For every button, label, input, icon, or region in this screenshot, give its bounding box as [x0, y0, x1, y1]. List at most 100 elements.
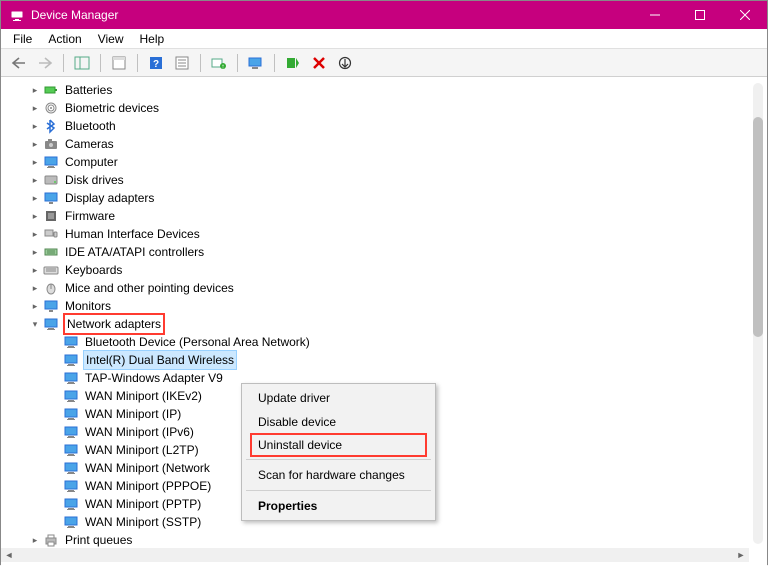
show-hide-tree-button[interactable]	[70, 52, 94, 74]
tree-category[interactable]: ▸ Display adapters	[9, 189, 767, 207]
tree-item-label: WAN Miniport (Network	[83, 459, 212, 477]
chevron-right-icon[interactable]: ▸	[29, 120, 41, 132]
disable-device-button[interactable]	[333, 52, 357, 74]
tree-item-label: WAN Miniport (PPTP)	[83, 495, 203, 513]
network-icon	[63, 370, 79, 386]
tree-category[interactable]: ▸ Disk drives	[9, 171, 767, 189]
menu-help[interactable]: Help	[132, 32, 173, 46]
tree-category[interactable]: ▸Bluetooth	[9, 117, 767, 135]
horizontal-scrollbar[interactable]: ◄ ►	[1, 548, 749, 562]
tree-item-label: Disk drives	[63, 171, 126, 189]
chevron-right-icon[interactable]	[49, 480, 61, 492]
tree-category[interactable]: ▸Batteries	[9, 81, 767, 99]
uninstall-device-button[interactable]	[307, 52, 331, 74]
maximize-button[interactable]	[677, 1, 722, 29]
chevron-right-icon[interactable]: ▸	[29, 174, 41, 186]
action-button[interactable]	[170, 52, 194, 74]
tree-category[interactable]: ▸Print queues	[9, 531, 767, 549]
chevron-right-icon[interactable]: ▸	[29, 192, 41, 204]
tree-item-label: Cameras	[63, 135, 116, 153]
context-scan-hardware[interactable]: Scan for hardware changes	[244, 463, 433, 487]
tree-category[interactable]: ▸Keyboards	[9, 261, 767, 279]
chevron-right-icon[interactable]	[49, 354, 61, 366]
firmware-icon	[43, 208, 59, 224]
tree-category-network-adapters[interactable]: ▾Network adapters	[9, 315, 767, 333]
chevron-right-icon[interactable]: ▸	[29, 156, 41, 168]
chevron-right-icon[interactable]: ▸	[29, 138, 41, 150]
forward-button[interactable]	[33, 52, 57, 74]
minimize-button[interactable]	[632, 1, 677, 29]
network-icon	[63, 424, 79, 440]
disk-icon	[43, 172, 59, 188]
chevron-right-icon[interactable]: ▸	[29, 534, 41, 546]
tree-category[interactable]: ▸IDE ATA/ATAPI controllers	[9, 243, 767, 261]
scan-hardware-button[interactable]	[244, 52, 268, 74]
mouse-icon	[43, 280, 59, 296]
tree-category[interactable]: ▸ Mice and other pointing devices	[9, 279, 767, 297]
svg-text:?: ?	[153, 59, 159, 70]
battery-icon	[43, 82, 59, 98]
chevron-right-icon[interactable]	[49, 516, 61, 528]
properties-button[interactable]	[107, 52, 131, 74]
scrollbar-thumb[interactable]	[753, 117, 763, 337]
chevron-right-icon[interactable]: ▸	[29, 300, 41, 312]
help-button[interactable]: ?	[144, 52, 168, 74]
back-button[interactable]	[7, 52, 31, 74]
chevron-right-icon[interactable]	[49, 462, 61, 474]
chevron-right-icon[interactable]	[49, 408, 61, 420]
context-properties[interactable]: Properties	[244, 494, 433, 518]
display-icon	[43, 190, 59, 206]
network-icon	[63, 334, 79, 350]
network-icon	[63, 478, 79, 494]
tree-category[interactable]: ▸ Cameras	[9, 135, 767, 153]
tree-item-label: Display adapters	[63, 189, 156, 207]
tree-item-label: WAN Miniport (IKEv2)	[83, 387, 204, 405]
chevron-right-icon[interactable]: ▸	[29, 282, 41, 294]
ide-icon	[43, 244, 59, 260]
fingerprint-icon	[43, 100, 59, 116]
context-disable-device[interactable]: Disable device	[244, 410, 433, 434]
context-update-driver[interactable]: Update driver	[244, 386, 433, 410]
tree-item-label: WAN Miniport (SSTP)	[83, 513, 203, 531]
chevron-right-icon[interactable]: ▸	[29, 102, 41, 114]
network-icon	[63, 460, 79, 476]
tree-item-label: Mice and other pointing devices	[63, 279, 236, 297]
network-icon	[63, 388, 79, 404]
chevron-right-icon[interactable]: ▸	[29, 228, 41, 240]
chevron-right-icon[interactable]	[49, 426, 61, 438]
menu-file[interactable]: File	[5, 32, 40, 46]
tree-category[interactable]: ▸Computer	[9, 153, 767, 171]
close-button[interactable]	[722, 1, 767, 29]
camera-icon	[43, 136, 59, 152]
tree-category[interactable]: ▸Biometric devices	[9, 99, 767, 117]
chevron-right-icon[interactable]	[49, 372, 61, 384]
tree-item-label: Human Interface Devices	[63, 225, 202, 243]
tree-item-adapter[interactable]: Bluetooth Device (Personal Area Network)	[9, 333, 767, 351]
context-uninstall-device[interactable]: Uninstall device	[250, 433, 427, 457]
computer-icon	[43, 154, 59, 170]
chevron-right-icon[interactable]	[49, 498, 61, 510]
enable-device-button[interactable]	[281, 52, 305, 74]
tree-item-label: WAN Miniport (L2TP)	[83, 441, 201, 459]
tree-item-adapter[interactable]: Intel(R) Dual Band Wireless	[9, 351, 767, 369]
menu-action[interactable]: Action	[40, 32, 89, 46]
scroll-right-icon[interactable]: ►	[733, 548, 749, 562]
chevron-right-icon[interactable]: ▸	[29, 84, 41, 96]
tree-item-label: WAN Miniport (IP)	[83, 405, 183, 423]
tree-item-label: Firmware	[63, 207, 117, 225]
chevron-right-icon[interactable]	[49, 390, 61, 402]
menu-view[interactable]: View	[90, 32, 132, 46]
chevron-right-icon[interactable]	[49, 444, 61, 456]
chevron-right-icon[interactable]: ▸	[29, 210, 41, 222]
chevron-right-icon[interactable]	[49, 336, 61, 348]
update-driver-button[interactable]: ↑	[207, 52, 231, 74]
scroll-left-icon[interactable]: ◄	[1, 548, 17, 562]
tree-item-label: WAN Miniport (PPPOE)	[83, 477, 213, 495]
tree-category[interactable]: ▸ Firmware	[9, 207, 767, 225]
chevron-right-icon[interactable]: ▸	[29, 246, 41, 258]
chevron-down-icon[interactable]: ▾	[29, 318, 41, 330]
tree-category[interactable]: ▸ Human Interface Devices	[9, 225, 767, 243]
chevron-right-icon[interactable]: ▸	[29, 264, 41, 276]
network-icon	[63, 352, 79, 368]
hid-icon	[43, 226, 59, 242]
